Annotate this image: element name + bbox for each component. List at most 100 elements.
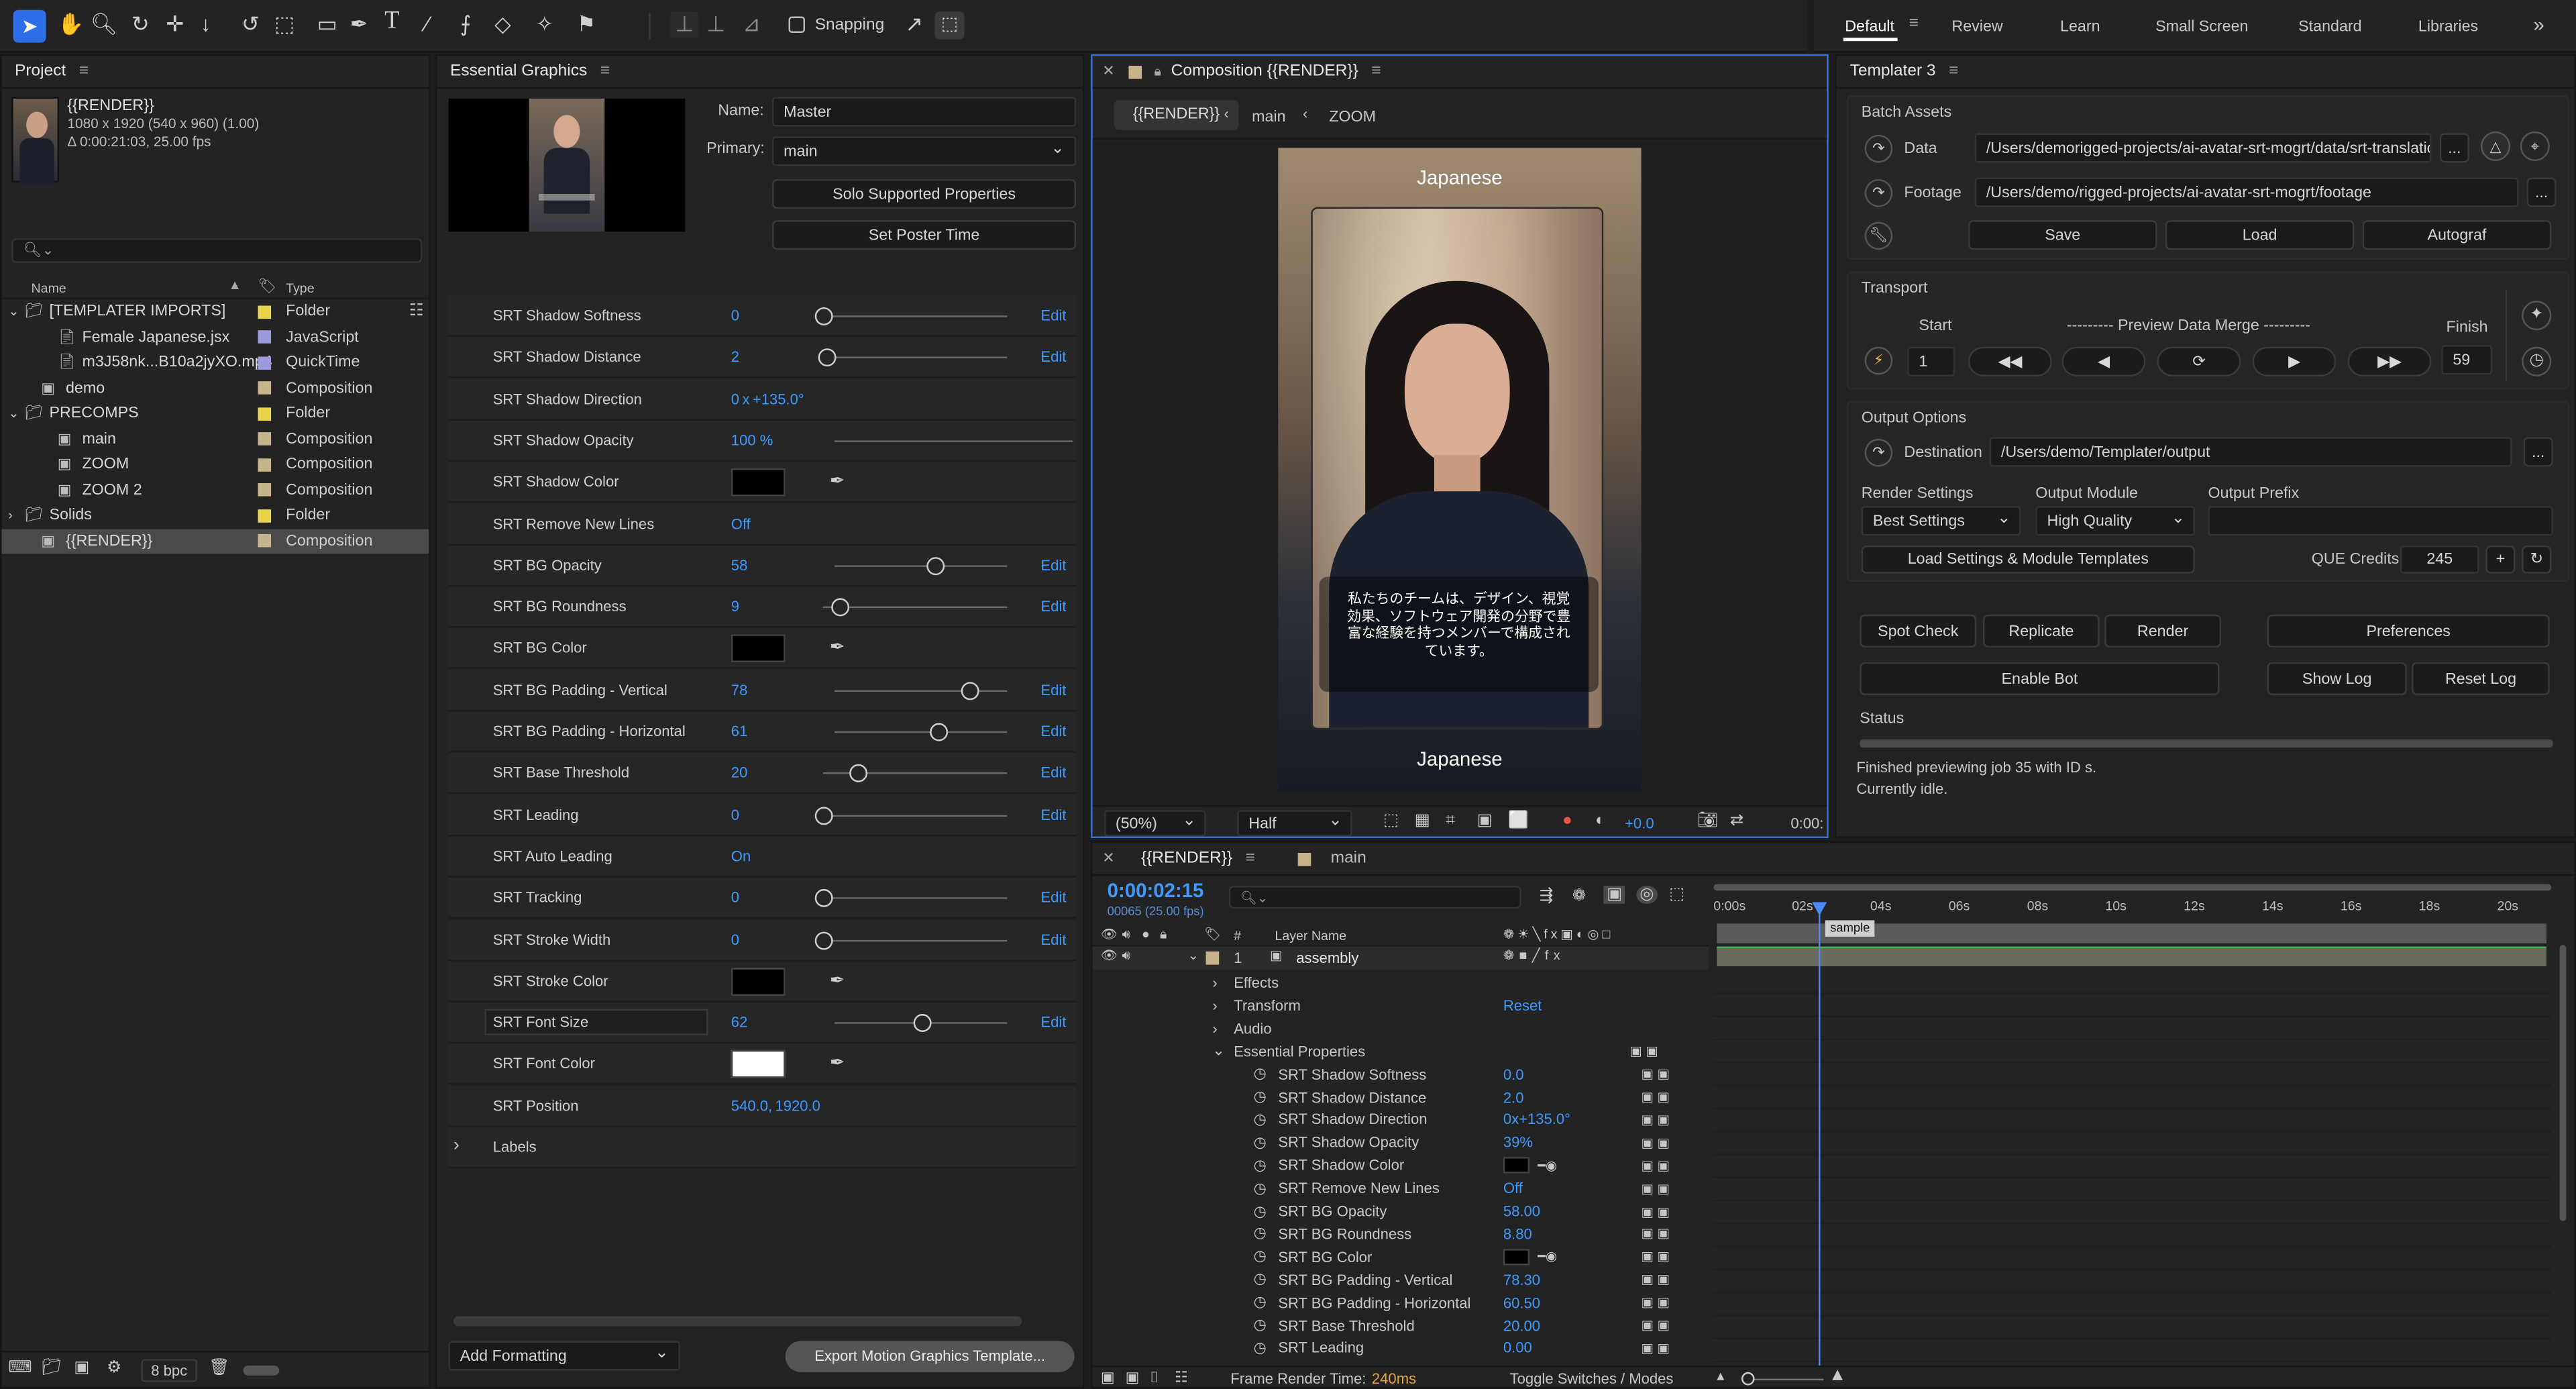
zoom-slider[interactable] <box>1741 1372 1824 1386</box>
clone-tool-icon[interactable]: ⨍ <box>460 11 472 38</box>
eg-property-row[interactable]: SRT Shadow Softness 0 Edit <box>448 295 1077 338</box>
solo-supported-button[interactable]: Solo Supported Properties <box>772 178 1077 209</box>
footer-icon-3[interactable]: ⌷ <box>1150 1369 1159 1387</box>
workspace-tab[interactable]: Libraries <box>2418 18 2478 36</box>
eyedropper-icon[interactable]: ✒ <box>830 637 845 658</box>
marker-flag[interactable]: sample <box>1825 920 1875 937</box>
property-value[interactable]: Off <box>1503 1180 1523 1196</box>
project-item[interactable]: ⌄ 📁︎ PRECOMPS Folder <box>1 401 429 426</box>
destination-icon[interactable]: ↷ <box>1864 438 1893 467</box>
pickwhip-icons[interactable]: ▣ ▣ <box>1642 1204 1670 1219</box>
eg-property-value[interactable]: 0 <box>731 889 739 905</box>
autograf-button[interactable]: Autograf <box>2362 220 2552 250</box>
project-item[interactable]: ▣ demo Composition <box>1 376 429 401</box>
toggle-switches-label[interactable]: Toggle Switches / Modes <box>1510 1370 1674 1386</box>
timeline-property-row[interactable]: ◷ SRT Shadow Opacity 39% ▣ ▣ <box>1093 1131 1709 1154</box>
eg-property-row[interactable]: SRT BG Opacity 58 Edit <box>448 545 1077 586</box>
visibility-icon[interactable]: 👁︎ <box>1101 948 1118 963</box>
property-slider[interactable] <box>835 723 1008 741</box>
property-value[interactable]: 60.50 <box>1503 1294 1540 1310</box>
pickwhip-icons[interactable]: ▣ ▣ <box>1642 1295 1670 1310</box>
pickwhip-icons[interactable]: ▣ ▣ <box>1629 1044 1658 1059</box>
property-slider[interactable] <box>814 307 1008 325</box>
lock-icon[interactable]: 🔒︎ <box>1155 63 1161 79</box>
expand-arrow-icon[interactable]: › <box>1212 997 1217 1013</box>
property-slider[interactable] <box>814 806 1008 825</box>
time-ruler[interactable]: 0:00s 02s 04s 06s 08s 10s 12s 14s 16s 18s 20s <box>1713 879 2552 925</box>
edit-link[interactable]: Edit <box>1040 1014 1066 1030</box>
axis-view-icon[interactable]: ⊿ <box>743 11 761 38</box>
new-comp-icon[interactable]: ▣ <box>74 1359 89 1377</box>
crumb-main[interactable]: main <box>1252 109 1285 127</box>
eg-property-row[interactable]: SRT Remove New Lines Off <box>448 503 1077 545</box>
eg-property-row[interactable]: SRT Shadow Opacity 100 % <box>448 420 1077 462</box>
output-module-select[interactable]: High Quality ⌄ <box>2035 506 2195 536</box>
dolly-tool-icon[interactable]: ↓ <box>201 11 211 36</box>
group-value[interactable]: Reset <box>1503 997 1542 1013</box>
eg-property-row[interactable]: SRT Stroke Width 0 Edit <box>448 919 1077 961</box>
wrench-icon[interactable]: 🔧︎ <box>1864 221 1893 250</box>
timeline-property-row[interactable]: ◷ SRT Shadow Color ━◉ ▣ ▣ <box>1093 1154 1709 1177</box>
stopwatch-icon[interactable]: ◷ <box>1254 1156 1267 1174</box>
footage-source-icon[interactable]: ↷ <box>1864 178 1893 207</box>
current-timecode[interactable]: 0:00:02:15 <box>1108 879 1204 902</box>
guides-icon[interactable]: ⬜ <box>1508 812 1528 830</box>
flowchart-icon[interactable]: ☷ <box>409 303 424 321</box>
snapshot-icon[interactable]: 📷︎ <box>1697 812 1718 830</box>
slider-knob[interactable] <box>814 931 833 949</box>
close-icon[interactable]: ✕ <box>1102 850 1114 868</box>
layer-switches[interactable]: ❁■╱fx <box>1503 948 1565 963</box>
property-value[interactable]: 0.00 <box>1503 1340 1532 1356</box>
footer-icon-2[interactable]: ▣ <box>1126 1369 1140 1387</box>
panel-menu-icon[interactable]: ≡ <box>79 62 89 81</box>
eyedropper-icon[interactable]: ✒ <box>830 470 845 491</box>
eg-property-value[interactable]: 61 <box>731 723 748 739</box>
crumb-zoom[interactable]: ZOOM <box>1329 109 1376 127</box>
eg-property-value[interactable]: 20 <box>731 765 748 781</box>
save-button[interactable]: Save <box>1968 220 2157 250</box>
color-swatch[interactable] <box>1503 1157 1530 1174</box>
item-label-swatch[interactable] <box>258 381 272 395</box>
timeline-property-row[interactable]: ◷ SRT Leading 0.00 ▣ ▣ <box>1093 1337 1709 1359</box>
pickwhip-icons[interactable]: ▣ ▣ <box>1642 1341 1670 1355</box>
data-path-input[interactable]: /Users/demorigged-projects/ai-avatar-srt… <box>1974 133 2432 163</box>
eg-property-value[interactable]: 100 % <box>731 432 773 448</box>
eg-property-row[interactable]: SRT Position 540.0, 1920.0 <box>448 1086 1077 1127</box>
slider-knob[interactable] <box>831 598 850 617</box>
render-tab[interactable]: {{RENDER}} <box>1141 850 1232 868</box>
show-log-button[interactable]: Show Log <box>2267 662 2407 695</box>
edit-link[interactable]: Edit <box>1040 682 1066 698</box>
eyedropper-icon[interactable]: ━◉ <box>1538 1158 1557 1173</box>
last-button[interactable]: ▶▶ <box>2347 346 2432 376</box>
snapping-checkbox[interactable] <box>788 16 806 33</box>
timeline-property-row[interactable]: ◷ SRT Shadow Direction 0x+135.0° ▣ ▣ <box>1093 1109 1709 1131</box>
eg-property-row[interactable]: SRT BG Padding - Horizontal 61 Edit <box>448 711 1077 753</box>
eg-property-value[interactable]: 62 <box>731 1014 748 1030</box>
eg-property-row[interactable]: SRT BG Padding - Vertical 78 Edit <box>448 670 1077 711</box>
slider-knob[interactable] <box>814 307 833 325</box>
timeline-group-row[interactable]: › Audio <box>1093 1017 1709 1039</box>
sort-arrow-icon[interactable]: ▲ <box>228 278 241 293</box>
refresh-button[interactable]: ⟳ <box>2157 346 2241 376</box>
axis-world-icon[interactable]: ⊥ <box>706 11 725 38</box>
zoom-in-icon[interactable]: ▲ <box>1829 1366 1847 1385</box>
add-credits-button[interactable]: + <box>2485 546 2516 574</box>
stopwatch-icon[interactable]: ◷ <box>1254 1271 1267 1289</box>
color-swatch[interactable] <box>731 967 786 996</box>
show-snapshot-icon[interactable]: ⇄ <box>1730 812 1744 830</box>
set-poster-time-button[interactable]: Set Poster Time <box>772 220 1077 250</box>
panel-menu-icon[interactable]: ≡ <box>1246 850 1255 868</box>
bolt-icon[interactable]: ⚡︎ <box>1864 346 1893 375</box>
color-channels-icon[interactable]: ● <box>1562 812 1572 830</box>
stopwatch-icon[interactable]: ◷ <box>1254 1294 1267 1312</box>
footage-path-input[interactable]: /Users/demo/rigged-projects/ai-avatar-sr… <box>1974 177 2519 207</box>
edit-link[interactable]: Edit <box>1040 307 1066 323</box>
slider-knob[interactable] <box>961 681 979 700</box>
first-button[interactable]: ◀◀ <box>1968 346 2052 376</box>
close-icon[interactable]: ✕ <box>1102 62 1114 81</box>
project-item[interactable]: 📄︎ m3J58nk...B10a2jyXO.mp4 QuickTime <box>1 350 429 375</box>
refresh-credits-button[interactable]: ↻ <box>2522 546 2552 574</box>
workspace-tab[interactable]: Small Screen <box>2155 18 2248 36</box>
grid-icon[interactable]: ⌗ <box>1446 812 1455 830</box>
anchor-tool-icon[interactable]: ⬚ <box>274 11 294 38</box>
